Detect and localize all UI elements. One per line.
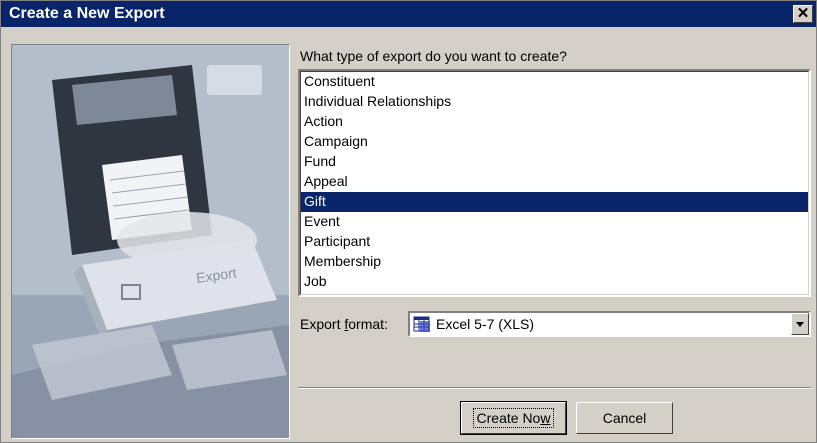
excel-icon <box>413 315 431 333</box>
cancel-button[interactable]: Cancel <box>576 402 673 434</box>
export-format-label: Export format: <box>300 316 388 332</box>
create-now-button[interactable]: Create Now <box>460 401 567 435</box>
list-item-campaign[interactable]: Campaign <box>301 132 808 152</box>
cancel-label: Cancel <box>602 410 647 426</box>
list-item-job[interactable]: Job <box>301 272 808 292</box>
list-item-gift[interactable]: Gift <box>301 192 808 212</box>
title-bar: Create a New Export ✕ <box>1 1 816 27</box>
create-now-label: Create Now <box>472 408 555 428</box>
export-type-prompt: What type of export do you want to creat… <box>300 48 567 64</box>
close-icon: ✕ <box>796 5 810 22</box>
export-type-list[interactable]: Constituent Individual Relationships Actio… <box>298 69 811 297</box>
dialog-title: Create a New Export <box>9 5 165 22</box>
list-item-fund[interactable]: Fund <box>301 152 808 172</box>
dropdown-button[interactable] <box>791 313 809 335</box>
chevron-down-icon <box>796 322 804 327</box>
close-button[interactable]: ✕ <box>793 5 813 23</box>
list-item-action[interactable]: Action <box>301 112 808 132</box>
export-illustration: Export <box>11 44 290 439</box>
create-export-dialog: Create a New Export ✕ Export What type o… <box>0 0 817 443</box>
floppy-keyboard-illustration: Export <box>12 45 289 438</box>
list-item-membership[interactable]: Membership <box>301 252 808 272</box>
export-format-value: Excel 5-7 (XLS) <box>436 316 535 332</box>
list-item-participant[interactable]: Participant <box>301 232 808 252</box>
list-item-event[interactable]: Event <box>301 212 808 232</box>
export-format-select[interactable]: Excel 5-7 (XLS) <box>408 311 811 337</box>
divider <box>298 387 811 389</box>
list-item-appeal[interactable]: Appeal <box>301 172 808 192</box>
list-item-individual-relationships[interactable]: Individual Relationships <box>301 92 808 112</box>
list-item-constituent[interactable]: Constituent <box>301 72 808 92</box>
